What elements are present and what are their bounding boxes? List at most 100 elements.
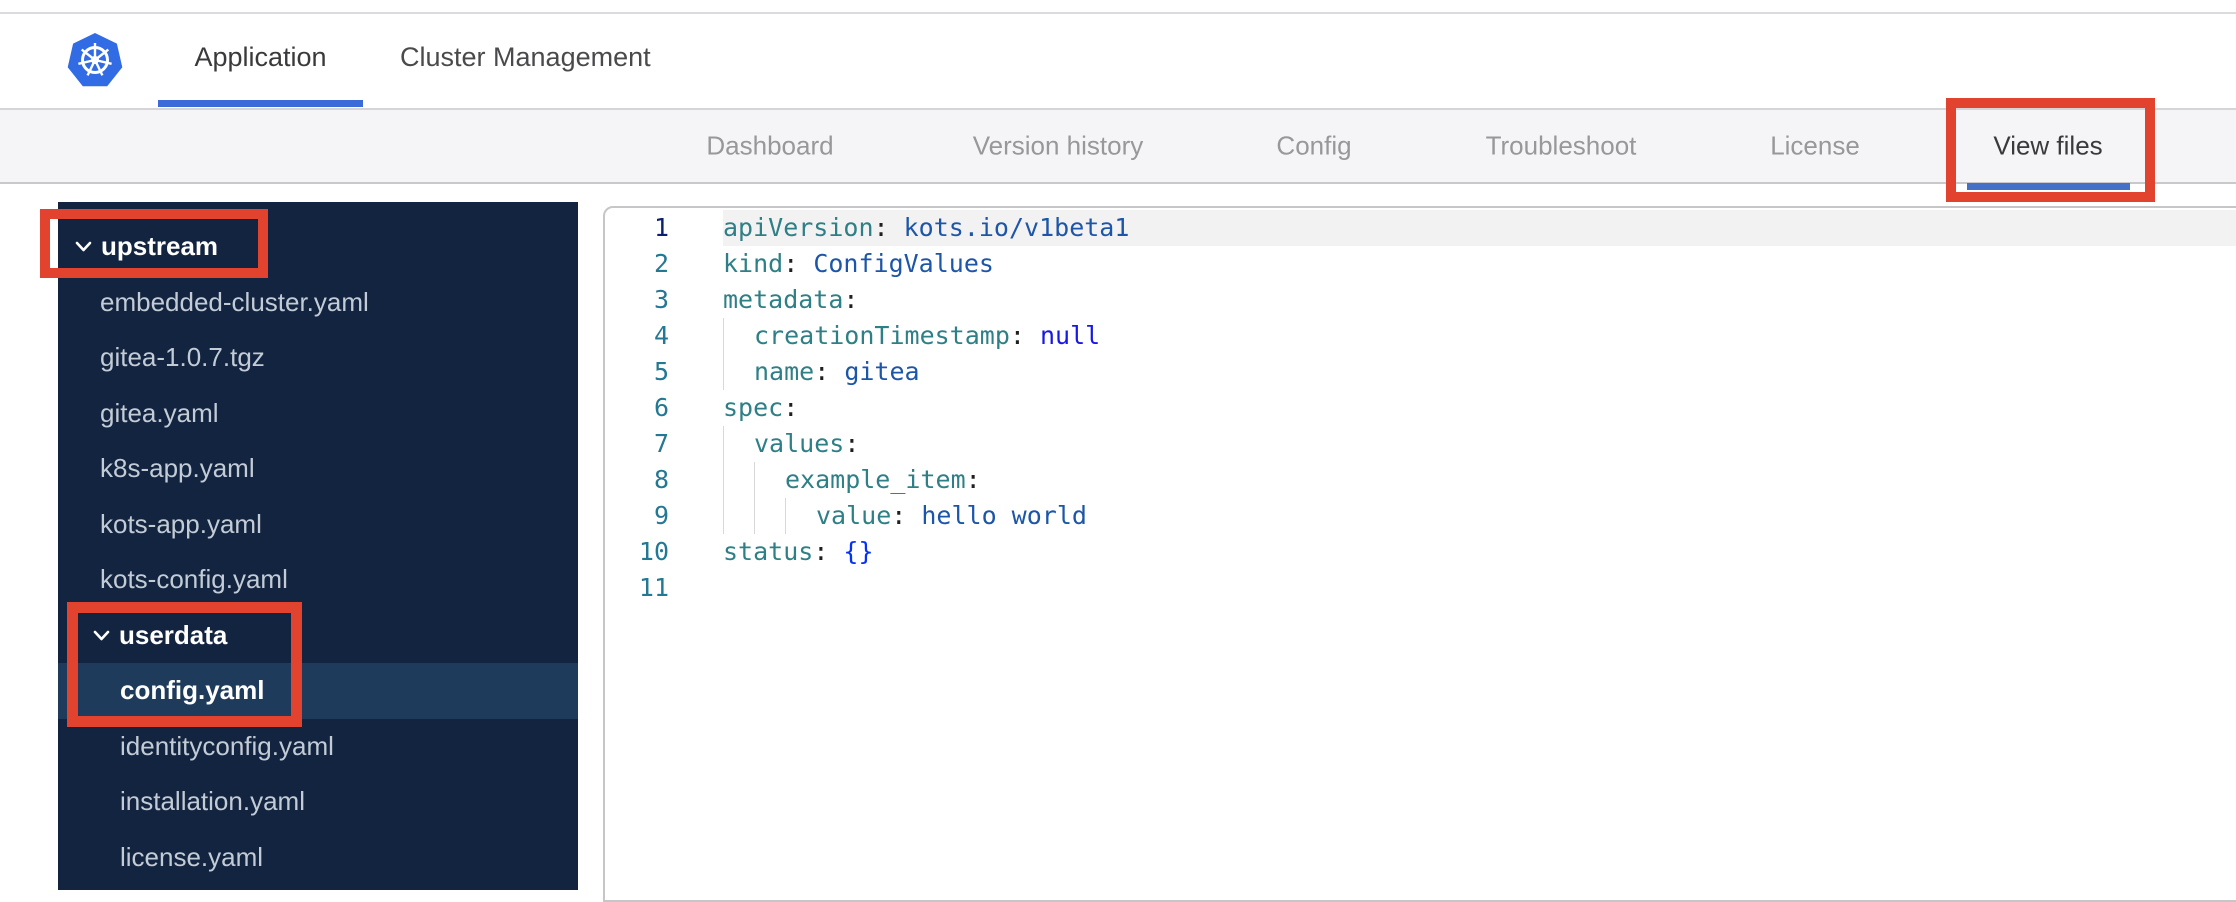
indent-guide — [723, 354, 754, 390]
file-label: gitea-1.0.7.tgz — [100, 342, 265, 373]
file-label: config.yaml — [120, 675, 265, 706]
line-number: 3 — [653, 285, 669, 314]
line-number: 8 — [653, 465, 669, 494]
token-bracket: {} — [843, 537, 874, 566]
code-line-5[interactable]: 5 name: gitea — [605, 354, 2236, 390]
token-keyword: null — [1039, 321, 1101, 350]
file-item-k8s-app.yaml[interactable]: k8s-app.yaml — [58, 441, 578, 497]
token-str: kots.io/v1beta1 — [903, 213, 1130, 242]
token-key: apiVersion — [723, 213, 874, 242]
file-item-gitea-1.0.7.tgz[interactable]: gitea-1.0.7.tgz — [58, 330, 578, 386]
folder-item-upstream[interactable]: upstream — [58, 219, 578, 275]
line-number: 2 — [653, 249, 669, 278]
file-item-identityconfig.yaml[interactable]: identityconfig.yaml — [58, 719, 578, 775]
token-key: creationTimestamp — [754, 321, 1010, 350]
subnav-tab-config[interactable]: Config — [1276, 131, 1351, 162]
token-key: spec — [723, 393, 784, 422]
token-str: hello world — [921, 501, 1087, 530]
token-key: value — [816, 501, 892, 530]
file-viewer[interactable]: 1 apiVersion: kots.io/v1beta1 2 kind: Confi… — [603, 206, 2236, 902]
file-item-gitea.yaml[interactable]: gitea.yaml — [58, 386, 578, 442]
token-key: status — [723, 537, 814, 566]
token-punct: : — [1009, 321, 1040, 350]
folder-label: userdata — [119, 619, 228, 650]
token-punct: : — [844, 429, 860, 458]
token-punct: : — [783, 393, 799, 422]
tab-application[interactable]: Application — [144, 14, 377, 100]
code-line-content: value: hello world — [723, 498, 2236, 534]
indent-guide — [785, 498, 816, 534]
line-number: 11 — [638, 573, 669, 602]
indent-guide — [754, 498, 785, 534]
subnav-tab-version-history[interactable]: Version history — [973, 131, 1144, 162]
line-number: 1 — [653, 213, 669, 242]
file-item-license.yaml[interactable]: license.yaml — [58, 830, 578, 886]
code-line-content: values: — [723, 426, 2236, 462]
line-number: 6 — [653, 393, 669, 422]
token-punct: : — [843, 285, 859, 314]
folder-item-userdata[interactable]: userdata — [58, 608, 578, 664]
tab-cluster-management[interactable]: Cluster Management — [400, 14, 670, 100]
code-line-content — [723, 570, 2236, 606]
code-line-8[interactable]: 8 example_item: — [605, 462, 2236, 498]
file-item-embedded-cluster.yaml[interactable]: embedded-cluster.yaml — [58, 275, 578, 331]
code-line-content: spec: — [723, 390, 2236, 426]
code-line-content: name: gitea — [723, 354, 2236, 390]
code-line-11[interactable]: 11 — [605, 570, 2236, 606]
token-punct: : — [783, 249, 814, 278]
code-line-3[interactable]: 3 metadata: — [605, 282, 2236, 318]
code-line-10[interactable]: 10 status: {} — [605, 534, 2236, 570]
file-item-installation.yaml[interactable]: installation.yaml — [58, 774, 578, 830]
token-str: ConfigValues — [813, 249, 994, 278]
token-punct: : — [813, 537, 844, 566]
active-tab-underline — [158, 100, 363, 107]
code-line-content: example_item: — [723, 462, 2236, 498]
code-line-9[interactable]: 9 value: hello world — [605, 498, 2236, 534]
file-label: identityconfig.yaml — [120, 730, 334, 761]
token-punct: : — [891, 501, 922, 530]
file-item-config.yaml[interactable]: config.yaml — [58, 663, 578, 719]
app-header: Application Cluster Management — [0, 14, 2236, 110]
code-line-6[interactable]: 6 spec: — [605, 390, 2236, 426]
file-tree: upstream embedded-cluster.yaml gitea-1.0.7… — [58, 202, 578, 890]
chevron-down-icon — [93, 630, 110, 641]
file-label: installation.yaml — [120, 786, 305, 817]
token-key: kind — [723, 249, 784, 278]
code-line-content: metadata: — [723, 282, 2236, 318]
file-label: gitea.yaml — [100, 397, 219, 428]
indent-guide — [723, 426, 754, 462]
subnav-tab-dashboard[interactable]: Dashboard — [706, 131, 833, 162]
indent-guide — [723, 498, 754, 534]
code-line-7[interactable]: 7 values: — [605, 426, 2236, 462]
code-line-4[interactable]: 4 creationTimestamp: null — [605, 318, 2236, 354]
indent-guide — [723, 318, 754, 354]
subnav-tab-troubleshoot[interactable]: Troubleshoot — [1486, 131, 1637, 162]
app-subnav: Dashboard Version history Config Troublesho… — [0, 110, 2236, 184]
code-line-content: creationTimestamp: null — [723, 318, 2236, 354]
line-number: 7 — [653, 429, 669, 458]
file-label: kots-app.yaml — [100, 508, 262, 539]
subnav-tab-license[interactable]: License — [1770, 131, 1860, 162]
subnav-tab-view-files[interactable]: View files — [1993, 131, 2102, 162]
token-key: values — [754, 429, 845, 458]
code-area[interactable]: 1 apiVersion: kots.io/v1beta1 2 kind: Confi… — [605, 210, 2236, 606]
line-number: 5 — [653, 357, 669, 386]
file-label: kots-config.yaml — [100, 564, 288, 595]
code-line-1[interactable]: 1 apiVersion: kots.io/v1beta1 — [605, 210, 2236, 246]
folder-label: upstream — [101, 231, 219, 262]
file-item-kots-app.yaml[interactable]: kots-app.yaml — [58, 497, 578, 553]
token-punct: : — [873, 213, 904, 242]
chevron-down-icon — [75, 241, 92, 252]
code-line-2[interactable]: 2 kind: ConfigValues — [605, 246, 2236, 282]
file-item-kots-config.yaml[interactable]: kots-config.yaml — [58, 552, 578, 608]
file-label: embedded-cluster.yaml — [100, 286, 369, 317]
file-label: k8s-app.yaml — [100, 453, 255, 484]
indent-guide — [754, 462, 785, 498]
indent-guide — [723, 462, 754, 498]
token-key: name — [754, 357, 815, 386]
view-files-underline — [1967, 183, 2130, 190]
code-line-content: status: {} — [723, 534, 2236, 570]
code-line-content: kind: ConfigValues — [723, 246, 2236, 282]
file-label: license.yaml — [120, 841, 264, 872]
token-punct: : — [965, 465, 981, 494]
